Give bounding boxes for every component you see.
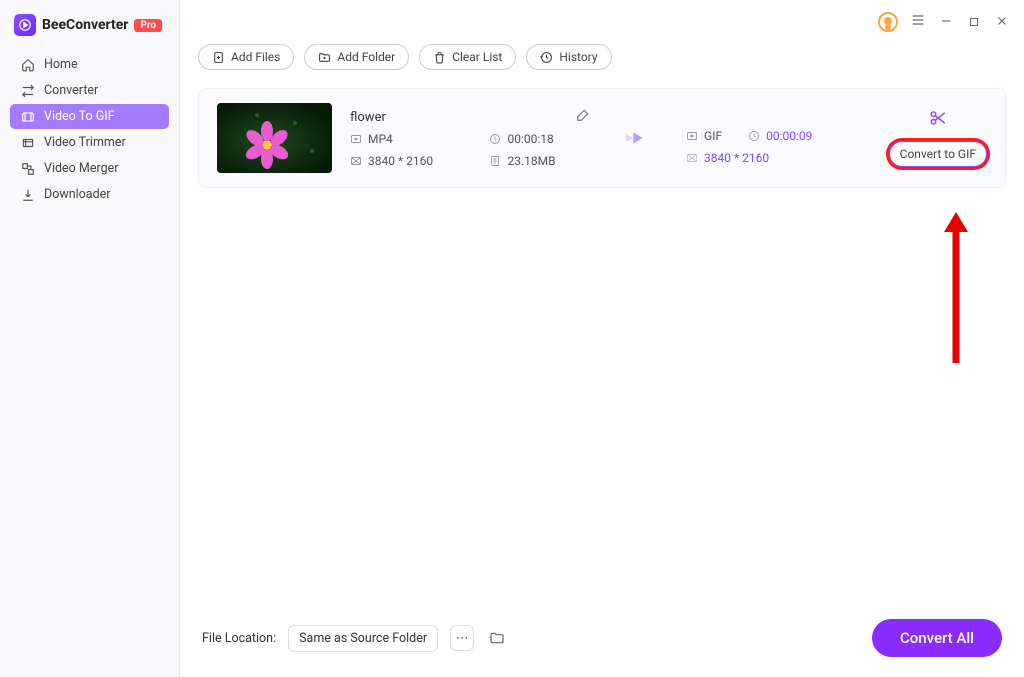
sidebar-item-downloader[interactable]: Downloader bbox=[10, 182, 169, 207]
file-thumbnail[interactable] bbox=[217, 103, 332, 173]
target-format: GIF bbox=[686, 129, 722, 143]
file-name: flower bbox=[350, 110, 386, 125]
menu-icon[interactable] bbox=[910, 12, 926, 32]
footer-bar: File Location: Same as Source Folder ⋯ C… bbox=[180, 605, 1024, 677]
sidebar-item-label: Downloader bbox=[44, 187, 111, 202]
open-folder-icon[interactable] bbox=[486, 627, 508, 649]
button-label: History bbox=[559, 50, 597, 64]
clear-list-button[interactable]: Clear List bbox=[419, 44, 516, 70]
edit-name-icon[interactable] bbox=[576, 108, 590, 126]
convert-all-button[interactable]: Convert All bbox=[872, 619, 1002, 657]
window-maximize-icon[interactable] bbox=[966, 13, 982, 32]
download-icon bbox=[20, 187, 35, 202]
app-logo-icon bbox=[14, 14, 36, 36]
window-minimize-icon[interactable] bbox=[938, 13, 954, 32]
titlebar bbox=[180, 0, 1024, 44]
sidebar-item-label: Converter bbox=[44, 83, 98, 98]
file-location-value: Same as Source Folder bbox=[299, 631, 427, 646]
sidebar-item-video-trimmer[interactable]: Video Trimmer bbox=[10, 130, 169, 155]
file-list: flower MP4 00:00:18 bbox=[180, 80, 1024, 605]
toolbar: Add Files Add Folder Clear List History bbox=[180, 44, 1024, 80]
converter-icon bbox=[20, 83, 35, 98]
source-size: 23.18MB bbox=[489, 154, 590, 168]
account-avatar-icon[interactable] bbox=[878, 12, 898, 32]
target-duration: 00:00:09 bbox=[748, 129, 812, 143]
source-format: MP4 bbox=[350, 132, 467, 146]
sidebar-item-home[interactable]: Home bbox=[10, 52, 169, 77]
sidebar-item-video-merger[interactable]: Video Merger bbox=[10, 156, 169, 181]
sidebar-item-label: Video Merger bbox=[44, 161, 118, 176]
convert-to-gif-button[interactable]: Convert to GIF bbox=[889, 141, 987, 167]
arrow-right-icon bbox=[624, 128, 652, 148]
sidebar: BeeConverter Pro Home Converter Video To… bbox=[0, 0, 180, 677]
location-options-button[interactable]: ⋯ bbox=[450, 625, 474, 651]
sidebar-item-video-to-gif[interactable]: Video To GIF bbox=[10, 104, 169, 129]
source-info: flower MP4 00:00:18 bbox=[350, 108, 590, 168]
gif-icon bbox=[20, 109, 35, 124]
history-button[interactable]: History bbox=[526, 44, 611, 70]
sidebar-item-label: Video Trimmer bbox=[44, 135, 126, 150]
add-folder-button[interactable]: Add Folder bbox=[304, 44, 409, 70]
target-info: GIF 00:00:09 3840 * 2160 bbox=[686, 111, 866, 165]
pro-badge: Pro bbox=[134, 19, 162, 32]
main-panel: Add Files Add Folder Clear List History bbox=[180, 0, 1024, 677]
source-duration: 00:00:18 bbox=[489, 132, 590, 146]
card-actions: Convert to GIF bbox=[889, 109, 987, 167]
trim-icon[interactable] bbox=[929, 109, 947, 131]
sidebar-item-converter[interactable]: Converter bbox=[10, 78, 169, 103]
home-icon bbox=[20, 57, 35, 72]
file-location-select[interactable]: Same as Source Folder bbox=[288, 625, 438, 652]
target-resolution[interactable]: 3840 * 2160 bbox=[686, 151, 866, 165]
button-label: Add Files bbox=[231, 50, 280, 64]
add-files-button[interactable]: Add Files bbox=[198, 44, 294, 70]
source-resolution: 3840 * 2160 bbox=[350, 154, 467, 168]
window-close-icon[interactable] bbox=[994, 13, 1010, 32]
app-name: BeeConverter bbox=[42, 17, 128, 33]
button-label: Clear List bbox=[452, 50, 502, 64]
trimmer-icon bbox=[20, 135, 35, 150]
merger-icon bbox=[20, 161, 35, 176]
file-location-label: File Location: bbox=[202, 631, 276, 646]
file-card: flower MP4 00:00:18 bbox=[198, 88, 1006, 188]
sidebar-item-label: Video To GIF bbox=[44, 109, 115, 124]
sidebar-item-label: Home bbox=[44, 57, 78, 72]
app-logo-row: BeeConverter Pro bbox=[0, 8, 179, 50]
button-label: Add Folder bbox=[337, 50, 395, 64]
